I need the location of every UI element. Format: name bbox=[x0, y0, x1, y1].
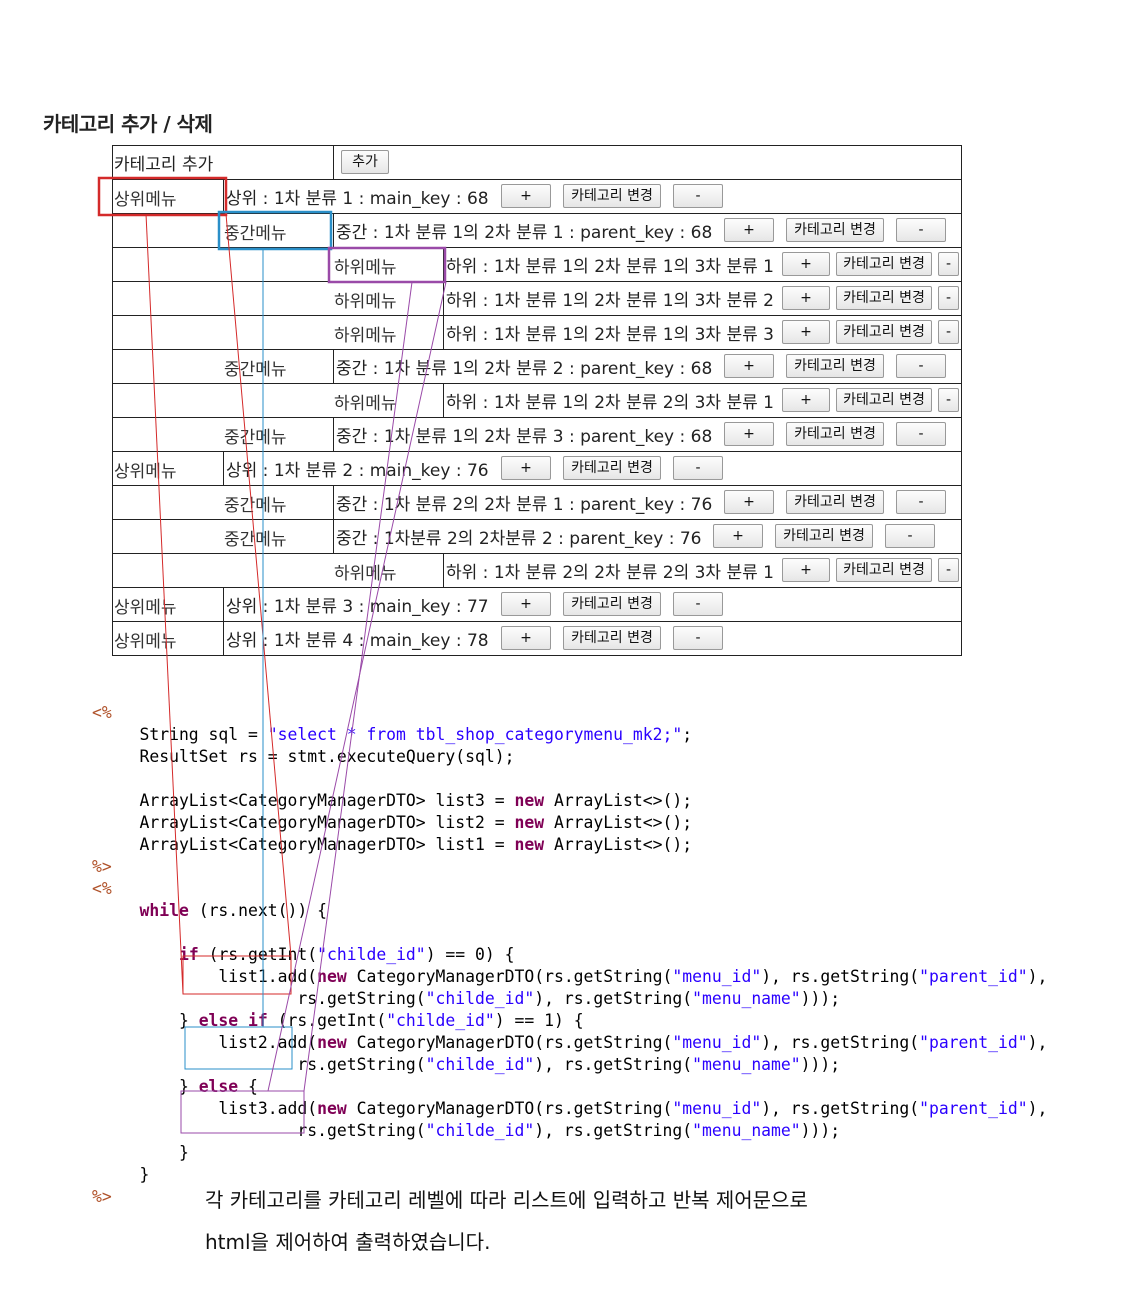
code-token: new bbox=[317, 967, 347, 986]
code-token: if bbox=[178, 945, 199, 964]
code-token: "menu_id" bbox=[672, 1033, 762, 1052]
code-token: } bbox=[100, 1143, 189, 1162]
code-line: ResultSet rs = stmt.executeQuery(sql); bbox=[100, 747, 514, 766]
code-token: <% bbox=[92, 879, 112, 898]
code-line: %> bbox=[92, 1187, 112, 1206]
code-token: "menu_name" bbox=[692, 1121, 801, 1140]
code-token: "childe_id" bbox=[317, 945, 426, 964]
code-token: ), rs.getString( bbox=[534, 989, 693, 1008]
code-token: "menu_name" bbox=[692, 1055, 801, 1074]
code-token: ArrayList<CategoryManagerDTO> list3 = bbox=[100, 791, 515, 810]
code-token: ) == 0) { bbox=[425, 945, 515, 964]
code-token: "menu_id" bbox=[672, 967, 762, 986]
code-token: (rs.getInt( bbox=[198, 945, 318, 964]
code-token: rs.getString( bbox=[100, 1055, 426, 1074]
code-token: ArrayList<>(); bbox=[544, 813, 693, 832]
code-line: list2.add(new CategoryManagerDTO(rs.getS… bbox=[100, 1033, 1047, 1052]
code-line: } else if (rs.getInt("childe_id") == 1) … bbox=[100, 1011, 584, 1030]
code-token: CategoryManagerDTO(rs.getString( bbox=[346, 1099, 673, 1118]
code-token: String sql = bbox=[100, 725, 268, 744]
code-token: "menu_id" bbox=[672, 1099, 762, 1118]
code-token: <% bbox=[92, 703, 112, 722]
code-token: { bbox=[238, 1077, 258, 1096]
code-token: else bbox=[198, 1077, 239, 1096]
code-token: "childe_id" bbox=[386, 1011, 495, 1030]
code-token: new bbox=[514, 835, 545, 854]
code-line: } bbox=[100, 1143, 189, 1162]
code-token: ), rs.getString( bbox=[761, 967, 920, 986]
code-token: "parent_id" bbox=[919, 1099, 1028, 1118]
code-token: while bbox=[139, 901, 189, 920]
code-token: ), bbox=[1027, 1033, 1048, 1052]
code-token: new bbox=[317, 1099, 347, 1118]
code-token: } bbox=[100, 1011, 199, 1030]
code-line: } else { bbox=[100, 1077, 258, 1096]
code-token: } bbox=[100, 1165, 150, 1184]
code-token: ArrayList<>(); bbox=[544, 835, 693, 854]
code-token: rs.getString( bbox=[100, 989, 426, 1008]
code-token: ArrayList<CategoryManagerDTO> list1 = bbox=[100, 835, 515, 854]
code-token: %> bbox=[92, 857, 112, 876]
code-token: ArrayList<>(); bbox=[544, 791, 693, 810]
code-token: "childe_id" bbox=[425, 1121, 535, 1140]
code-line: list3.add(new CategoryManagerDTO(rs.getS… bbox=[100, 1099, 1047, 1118]
code-token: rs.getString( bbox=[100, 1121, 426, 1140]
code-line: rs.getString("childe_id"), rs.getString(… bbox=[100, 1121, 840, 1140]
code-token: ; bbox=[682, 725, 693, 744]
description-line-2: html을 제어하여 출력하였습니다. bbox=[205, 1230, 491, 1254]
code-line: <% bbox=[92, 879, 112, 898]
code-token: new bbox=[514, 813, 545, 832]
code-token: "childe_id" bbox=[425, 989, 535, 1008]
code-line: rs.getString("childe_id"), rs.getString(… bbox=[100, 1055, 840, 1074]
code-token: (rs.next()) { bbox=[188, 901, 327, 920]
code-token: CategoryManagerDTO(rs.getString( bbox=[346, 967, 673, 986]
code-token: ))); bbox=[800, 989, 841, 1008]
code-token: CategoryManagerDTO(rs.getString( bbox=[346, 1033, 673, 1052]
code-token: ))); bbox=[800, 1055, 841, 1074]
code-token: "menu_name" bbox=[692, 989, 801, 1008]
code-token: ArrayList<CategoryManagerDTO> list2 = bbox=[100, 813, 515, 832]
code-token: ), rs.getString( bbox=[761, 1033, 920, 1052]
code-token: "parent_id" bbox=[919, 967, 1028, 986]
code-line: %> bbox=[92, 857, 112, 876]
code-token: new bbox=[514, 791, 545, 810]
code-line: ArrayList<CategoryManagerDTO> list1 = ne… bbox=[100, 835, 692, 854]
code-token: "parent_id" bbox=[919, 1033, 1028, 1052]
code-line: ArrayList<CategoryManagerDTO> list3 = ne… bbox=[100, 791, 692, 810]
code-line: while (rs.next()) { bbox=[100, 901, 327, 920]
code-token: list2.add( bbox=[100, 1033, 318, 1052]
code-line: rs.getString("childe_id"), rs.getString(… bbox=[100, 989, 840, 1008]
code-token: new bbox=[317, 1033, 347, 1052]
code-token: ), bbox=[1027, 967, 1048, 986]
code-token: ), rs.getString( bbox=[534, 1121, 693, 1140]
code-line: String sql = "select * from tbl_shop_cat… bbox=[100, 725, 692, 744]
code-token: (rs.getInt( bbox=[267, 1011, 387, 1030]
code-token: ), rs.getString( bbox=[534, 1055, 693, 1074]
code-token: "childe_id" bbox=[425, 1055, 535, 1074]
code-line: if (rs.getInt("childe_id") == 0) { bbox=[100, 945, 515, 964]
code-token: ), bbox=[1027, 1099, 1048, 1118]
code-token: ResultSet rs = stmt.executeQuery(sql); bbox=[100, 747, 515, 766]
code-token: ), rs.getString( bbox=[761, 1099, 920, 1118]
code-token: "select * from tbl_shop_categorymenu_mk2… bbox=[267, 725, 683, 744]
code-token: } bbox=[100, 1077, 199, 1096]
code-token: list1.add( bbox=[100, 967, 318, 986]
code-listing: <% String sql = "select * from tbl_shop_… bbox=[0, 0, 1128, 1312]
code-token: list3.add( bbox=[100, 1099, 318, 1118]
code-line: list1.add(new CategoryManagerDTO(rs.getS… bbox=[100, 967, 1047, 986]
code-line: ArrayList<CategoryManagerDTO> list2 = ne… bbox=[100, 813, 692, 832]
code-token: ))); bbox=[800, 1121, 841, 1140]
code-token: ) == 1) { bbox=[494, 1011, 584, 1030]
code-token: else if bbox=[198, 1011, 268, 1030]
description-line-1: 각 카테고리를 카테고리 레벨에 따라 리스트에 입력하고 반복 제어문으로 bbox=[205, 1188, 808, 1212]
code-line: } bbox=[100, 1165, 149, 1184]
code-token: %> bbox=[92, 1187, 112, 1206]
code-line: <% bbox=[92, 703, 112, 722]
